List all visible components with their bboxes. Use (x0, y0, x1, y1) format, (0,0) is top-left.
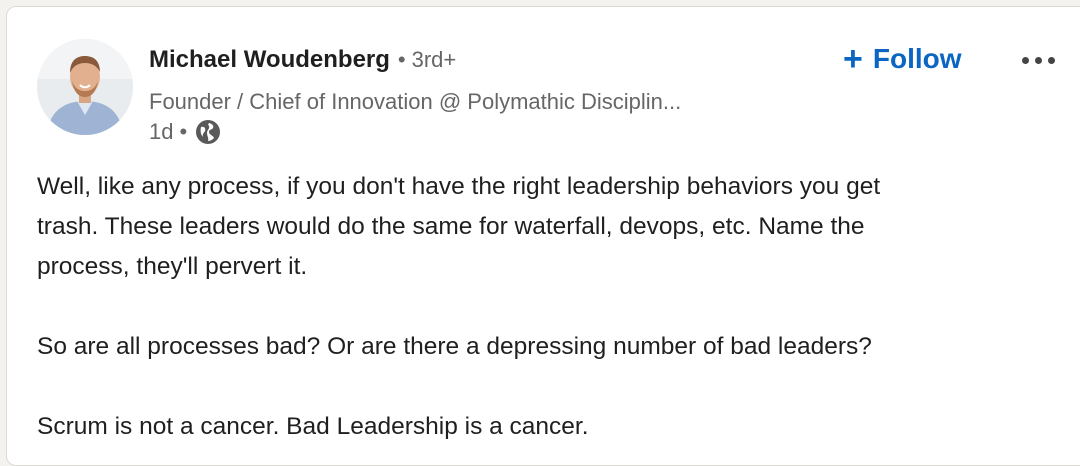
author-name[interactable]: Michael Woudenberg (149, 46, 390, 73)
follow-button[interactable]: + Follow (843, 39, 962, 79)
comment-body: Well, like any process, if you don't hav… (37, 167, 1067, 447)
author-line: Michael Woudenberg • 3rd+ (149, 45, 456, 78)
ellipsis-dot (1034, 56, 1042, 64)
globe-icon (196, 120, 221, 144)
author-avatar[interactable] (37, 39, 133, 135)
follow-label: Follow (872, 43, 962, 74)
body-line: process, they'll pervert it. (37, 253, 308, 280)
comment-card: Michael Woudenberg • 3rd+ Founder / Chief … (6, 6, 1080, 466)
avatar-photo (37, 39, 133, 135)
author-headline: Founder / Chief of Innovation @ Polymath… (149, 89, 682, 114)
body-line: Well, like any process, if you don't hav… (37, 173, 881, 200)
body-line: So are all processes bad? Or are there a… (37, 333, 872, 360)
body-line: trash. These leaders would do the same f… (37, 213, 865, 240)
time-separator: • (179, 119, 188, 144)
ellipsis-dot (1021, 56, 1029, 64)
post-meta: 1d • (149, 117, 221, 147)
name-separator: • (397, 47, 406, 72)
ellipsis-icon[interactable] (1013, 47, 1063, 73)
ellipsis-dot (1047, 56, 1055, 64)
plus-icon: + (843, 40, 863, 78)
connection-degree: 3rd+ (411, 47, 457, 72)
post-time: 1d (149, 119, 174, 144)
body-line: Scrum is not a cancer. Bad Leadership is… (37, 413, 589, 440)
